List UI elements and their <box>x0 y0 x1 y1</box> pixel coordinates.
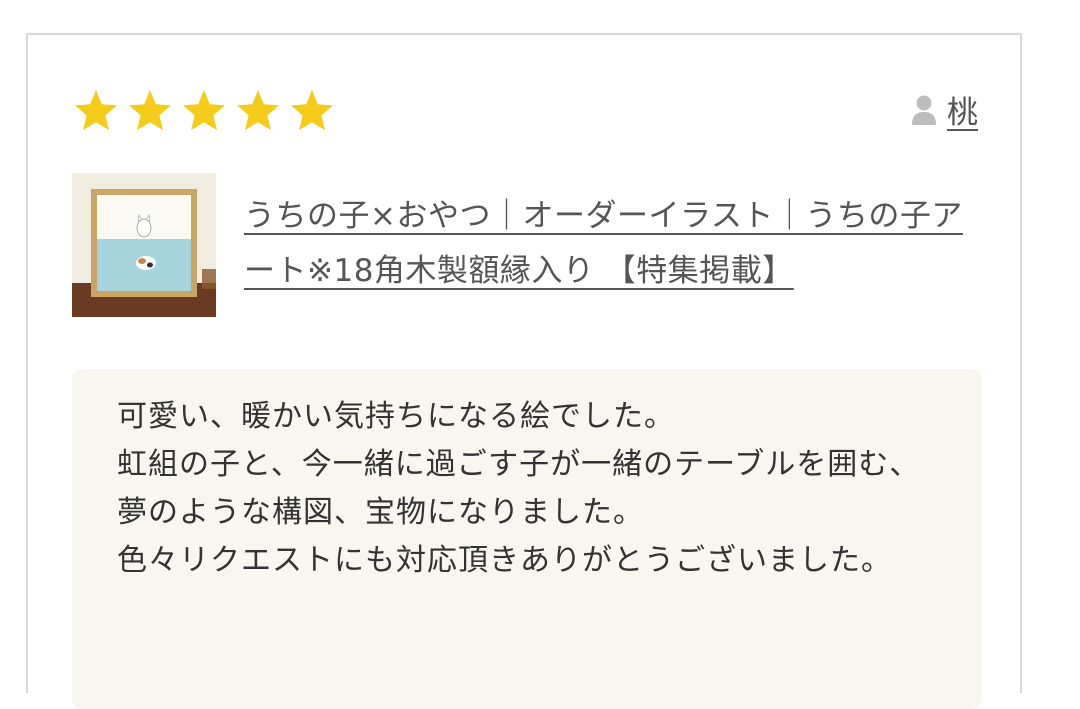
product-link[interactable]: うちの子×おやつ｜オーダーイラスト｜うちの子アート※18角木製額縁入り 【特集掲… <box>244 189 974 299</box>
star-icon <box>291 90 333 131</box>
star-icon <box>75 90 117 131</box>
review-card: 桃 うちの子×おやつ｜オーダーイラスト｜うちの子アート※18角木製額縁入り 【特… <box>26 33 1022 709</box>
reviewer-name[interactable]: 桃 <box>947 87 978 132</box>
product-thumbnail[interactable] <box>72 173 216 317</box>
star-icon <box>183 90 225 131</box>
review-body-box: 可愛い、暖かい気持ちになる絵でした。 虹組の子と、今一緒に過ごす子が一緒のテーブ… <box>72 369 982 709</box>
star-icon <box>237 90 279 131</box>
reviewer[interactable]: 桃 <box>911 87 978 132</box>
review-text: 可愛い、暖かい気持ちになる絵でした。 虹組の子と、今一緒に過ごす子が一緒のテーブ… <box>117 399 921 578</box>
star-rating <box>72 87 336 135</box>
star-icon <box>129 90 171 131</box>
person-icon <box>912 95 936 125</box>
